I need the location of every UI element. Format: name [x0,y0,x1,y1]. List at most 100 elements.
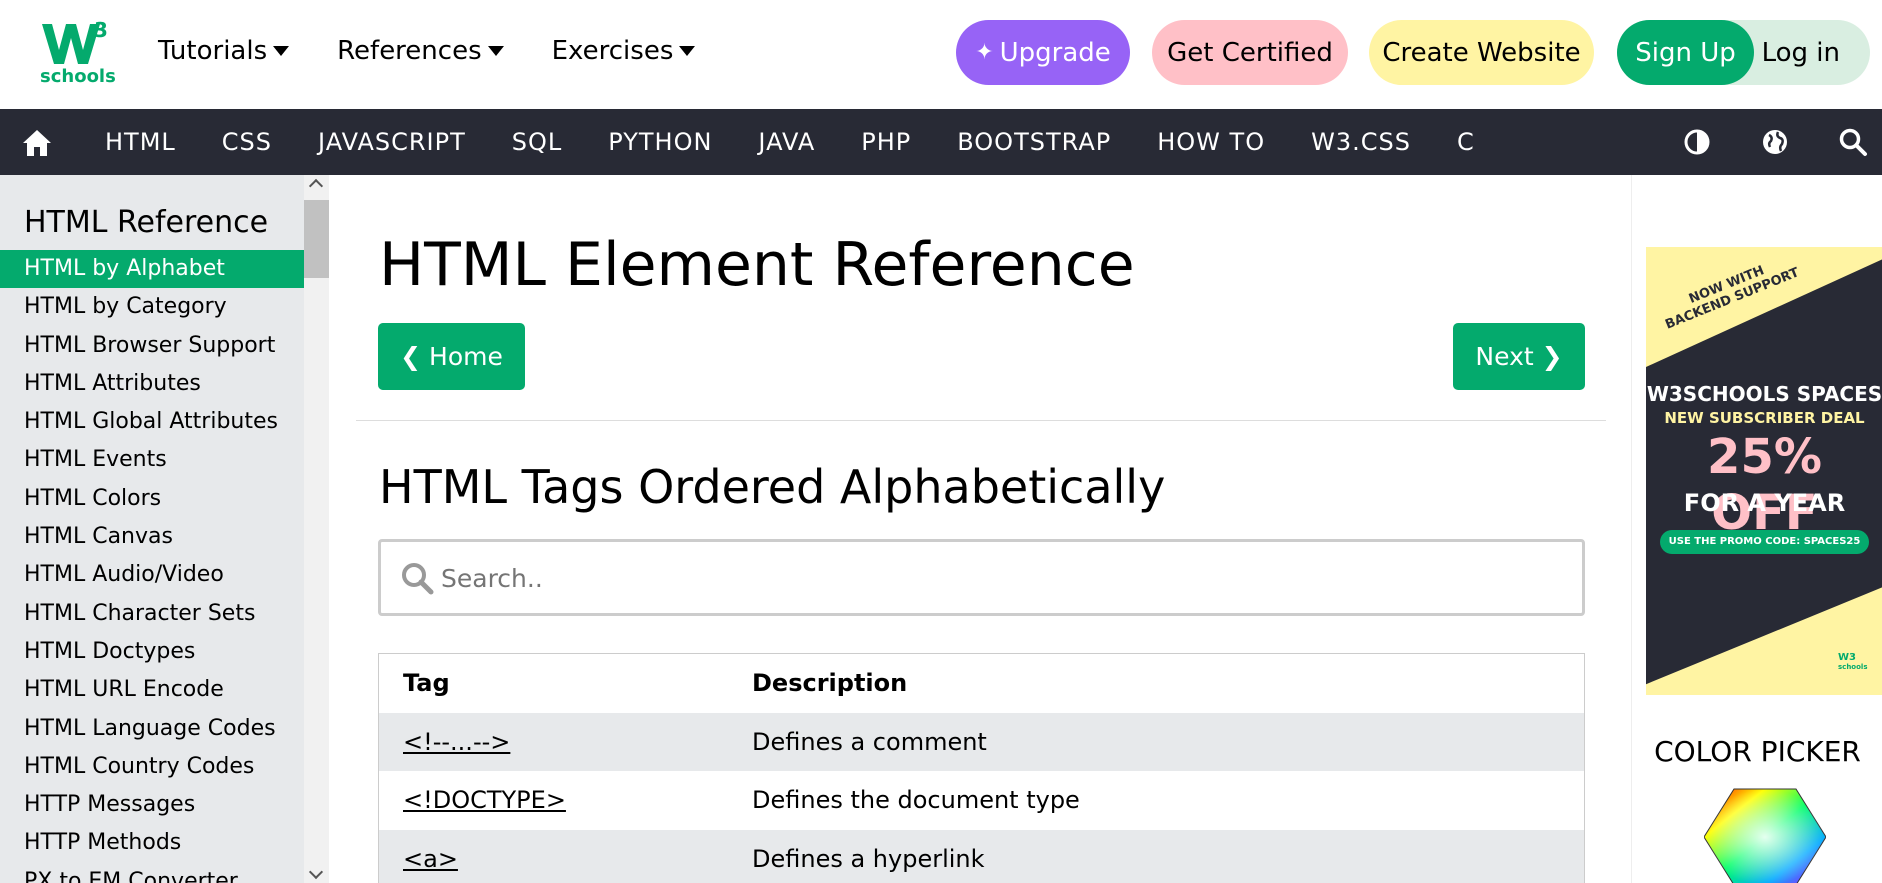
upgrade-label: Upgrade [999,37,1111,68]
sidebar-title: HTML Reference [24,205,269,240]
logo-text: schools [40,66,116,87]
nav-sql[interactable]: SQL [512,128,563,156]
sidebar-item-px-to-em-converter[interactable]: PX to EM Converter [0,863,304,883]
ad-promo-code: USE THE PROMO CODE: SPACES25 [1660,530,1869,554]
caret-down-icon [487,46,504,56]
tag-link[interactable]: <!--...--> [403,728,510,756]
color-picker-wheel-icon[interactable] [1704,787,1826,883]
nav-c[interactable]: C [1457,128,1475,156]
scrollbar-thumb[interactable] [304,200,329,278]
sidebar-list: HTML by Alphabet HTML by Category HTML B… [0,250,304,883]
chevron-right-icon: ❯ [1533,342,1563,371]
top-nav: Tutorials References Exercises [158,36,743,66]
search-icon[interactable] [1838,127,1868,157]
home-button-label: Home [429,342,503,371]
w3-logo-icon [42,24,100,64]
sparkle-icon: ✦ [975,40,994,65]
sidebar-item-html-doctypes[interactable]: HTML Doctypes [0,633,304,671]
table-row: <!DOCTYPE> Defines the document type [379,771,1584,830]
sidebar-item-http-methods[interactable]: HTTP Methods [0,824,304,862]
get-certified-button[interactable]: Get Certified [1152,20,1348,85]
section-title: HTML Tags Ordered Alphabetically [379,460,1166,514]
header-description: Description [752,669,908,698]
ad-deal: NEW SUBSCRIBER DEAL [1664,409,1865,427]
get-certified-label: Get Certified [1167,37,1333,68]
sidebar-item-html-audio-video[interactable]: HTML Audio/Video [0,556,304,594]
caret-down-icon [273,46,290,56]
page-title: HTML Element Reference [379,230,1135,300]
log-in-label: Log in [1761,37,1840,68]
tag-description: Defines a comment [752,727,987,756]
sidebar-item-html-colors[interactable]: HTML Colors [0,480,304,518]
search-input[interactable]: Search.. [378,539,1585,616]
create-website-button[interactable]: Create Website [1369,20,1594,85]
sidebar-item-html-canvas[interactable]: HTML Canvas [0,518,304,556]
caret-down-icon [679,46,696,56]
nav-css[interactable]: CSS [222,128,272,156]
nav-python[interactable]: PYTHON [608,128,712,156]
menu-references[interactable]: References [337,36,504,66]
sidebar-item-html-character-sets[interactable]: HTML Character Sets [0,595,304,633]
sidebar-item-html-events[interactable]: HTML Events [0,441,304,479]
sign-up-button[interactable]: Sign Up [1617,20,1754,85]
sidebar-item-html-country-codes[interactable]: HTML Country Codes [0,748,304,786]
ad-spaces: W3SCHOOLS SPACES [1646,382,1882,406]
table-header-row: Tag Description [379,654,1584,713]
tag-link[interactable]: <a> [403,845,458,873]
sidebar: HTML Reference HTML by Alphabet HTML by … [0,175,329,883]
sidebar-item-html-url-encode[interactable]: HTML URL Encode [0,671,304,709]
divider [356,420,1606,421]
nav-java[interactable]: JAVA [758,128,815,156]
home-button[interactable]: ❮ Home [378,323,525,390]
w3schools-logo[interactable]: 3 schools [34,18,116,90]
header-tag: Tag [403,669,450,698]
right-column: NOW WITH BACKEND SUPPORT W3SCHOOLS SPACE… [1631,175,1882,883]
scroll-down-icon[interactable] [308,864,324,880]
color-picker-title: COLOR PICKER [1654,735,1861,768]
chevron-left-icon: ❮ [400,342,430,371]
table-row: <a> Defines a hyperlink [379,829,1584,883]
sidebar-item-html-by-category[interactable]: HTML by Category [0,288,304,326]
subject-nav: HTML CSS JAVASCRIPT SQL PYTHON JAVA PHP … [105,109,1521,175]
ad-mini-logo: W3 schools [1838,652,1867,671]
contrast-icon[interactable] [1682,127,1712,157]
ad-yellow-bottom [1646,587,1882,695]
sidebar-item-html-global-attributes[interactable]: HTML Global Attributes [0,403,304,441]
sidebar-item-html-browser-support[interactable]: HTML Browser Support [0,327,304,365]
home-icon[interactable] [22,129,52,157]
tag-link[interactable]: <!DOCTYPE> [403,786,566,814]
next-button-label: Next [1475,342,1534,371]
menu-tutorials-label: Tutorials [158,36,268,66]
dark-nav-bar: HTML CSS JAVASCRIPT SQL PYTHON JAVA PHP … [0,109,1882,175]
top-bar: 3 schools Tutorials References Exercises… [0,0,1882,109]
sidebar-scrollbar[interactable] [304,175,329,883]
tags-table: Tag Description <!--...--> Defines a com… [378,653,1585,883]
nav-php[interactable]: PHP [861,128,911,156]
upgrade-button[interactable]: ✦ Upgrade [956,20,1130,85]
tag-description: Defines a hyperlink [752,844,985,873]
main-content: HTML Element Reference ❮ Home Next ❯ HTM… [329,175,1631,883]
sidebar-item-http-messages[interactable]: HTTP Messages [0,786,304,824]
menu-exercises[interactable]: Exercises [552,36,696,66]
menu-references-label: References [337,36,482,66]
sidebar-item-html-attributes[interactable]: HTML Attributes [0,365,304,403]
ad-mini-logo-sub: schools [1838,663,1868,671]
scroll-up-icon[interactable] [308,178,324,194]
sign-up-label: Sign Up [1635,37,1736,68]
sidebar-item-html-by-alphabet[interactable]: HTML by Alphabet [0,250,304,289]
create-website-label: Create Website [1382,37,1581,68]
spaces-ad-banner[interactable]: NOW WITH BACKEND SUPPORT W3SCHOOLS SPACE… [1646,247,1882,695]
nav-html[interactable]: HTML [105,128,176,156]
menu-tutorials[interactable]: Tutorials [158,36,290,66]
sidebar-item-html-language-codes[interactable]: HTML Language Codes [0,710,304,748]
nav-w3css[interactable]: W3.CSS [1311,128,1411,156]
next-button[interactable]: Next ❯ [1453,323,1585,390]
ad-period: FOR A YEAR [1683,489,1846,517]
logo-superscript: 3 [94,18,108,42]
ad-mini-logo-mark: W3 [1838,652,1856,663]
nav-javascript[interactable]: JAVASCRIPT [318,128,466,156]
tag-description: Defines the document type [752,786,1080,815]
nav-how-to[interactable]: HOW TO [1157,128,1265,156]
nav-bootstrap[interactable]: BOOTSTRAP [957,128,1111,156]
globe-icon[interactable] [1760,127,1790,157]
